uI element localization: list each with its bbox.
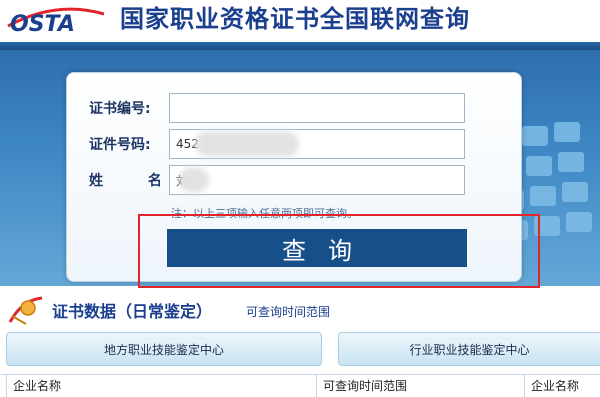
table-header-cell: 可查询时间范围	[316, 375, 524, 397]
header-divider	[0, 42, 600, 50]
table-header-cell: 企业名称	[524, 375, 600, 397]
redaction-blur	[179, 167, 209, 193]
site-header: OSTA 国家职业资格证书全国联网查询	[0, 0, 600, 42]
tab-industry-center[interactable]: 行业职业技能鉴定中心	[338, 332, 600, 366]
cert-number-label: 证书编号:	[89, 101, 151, 117]
osta-logo: OSTA	[7, 7, 105, 34]
name-label: 姓 名:	[89, 173, 208, 189]
section-subtitle: 可查询时间范围	[246, 305, 331, 319]
section-title: 证书数据（日常鉴定）	[52, 302, 213, 321]
redaction-blur	[195, 131, 299, 157]
pen-certificate-icon	[8, 296, 43, 325]
results-table-header: 企业名称 可查询时间范围 企业名称	[0, 374, 600, 397]
cert-number-row: 证书编号:	[67, 93, 521, 125]
query-banner: 证书编号: 证件号码: 姓 名: 注：以上三项输入任意两项即可查询。 查询	[0, 50, 600, 286]
cert-data-section-header: 证书数据（日常鉴定） 可查询时间范围	[0, 290, 600, 330]
id-number-row: 证件号码:	[67, 129, 521, 161]
query-form-panel: 证书编号: 证件号码: 姓 名: 注：以上三项输入任意两项即可查询。 查询	[66, 72, 522, 282]
logo-text: OSTA	[10, 12, 75, 34]
cert-number-input[interactable]	[169, 93, 465, 123]
tab-local-center[interactable]: 地方职业技能鉴定中心	[6, 332, 322, 366]
site-title: 国家职业资格证书全国联网查询	[120, 5, 470, 33]
id-number-label: 证件号码:	[89, 137, 151, 153]
name-row: 姓 名:	[67, 165, 521, 197]
query-button[interactable]: 查询	[167, 229, 467, 267]
name-input[interactable]	[169, 165, 465, 195]
table-header-cell: 企业名称	[6, 375, 316, 397]
query-hint: 注：以上三项输入任意两项即可查询。	[171, 207, 358, 220]
